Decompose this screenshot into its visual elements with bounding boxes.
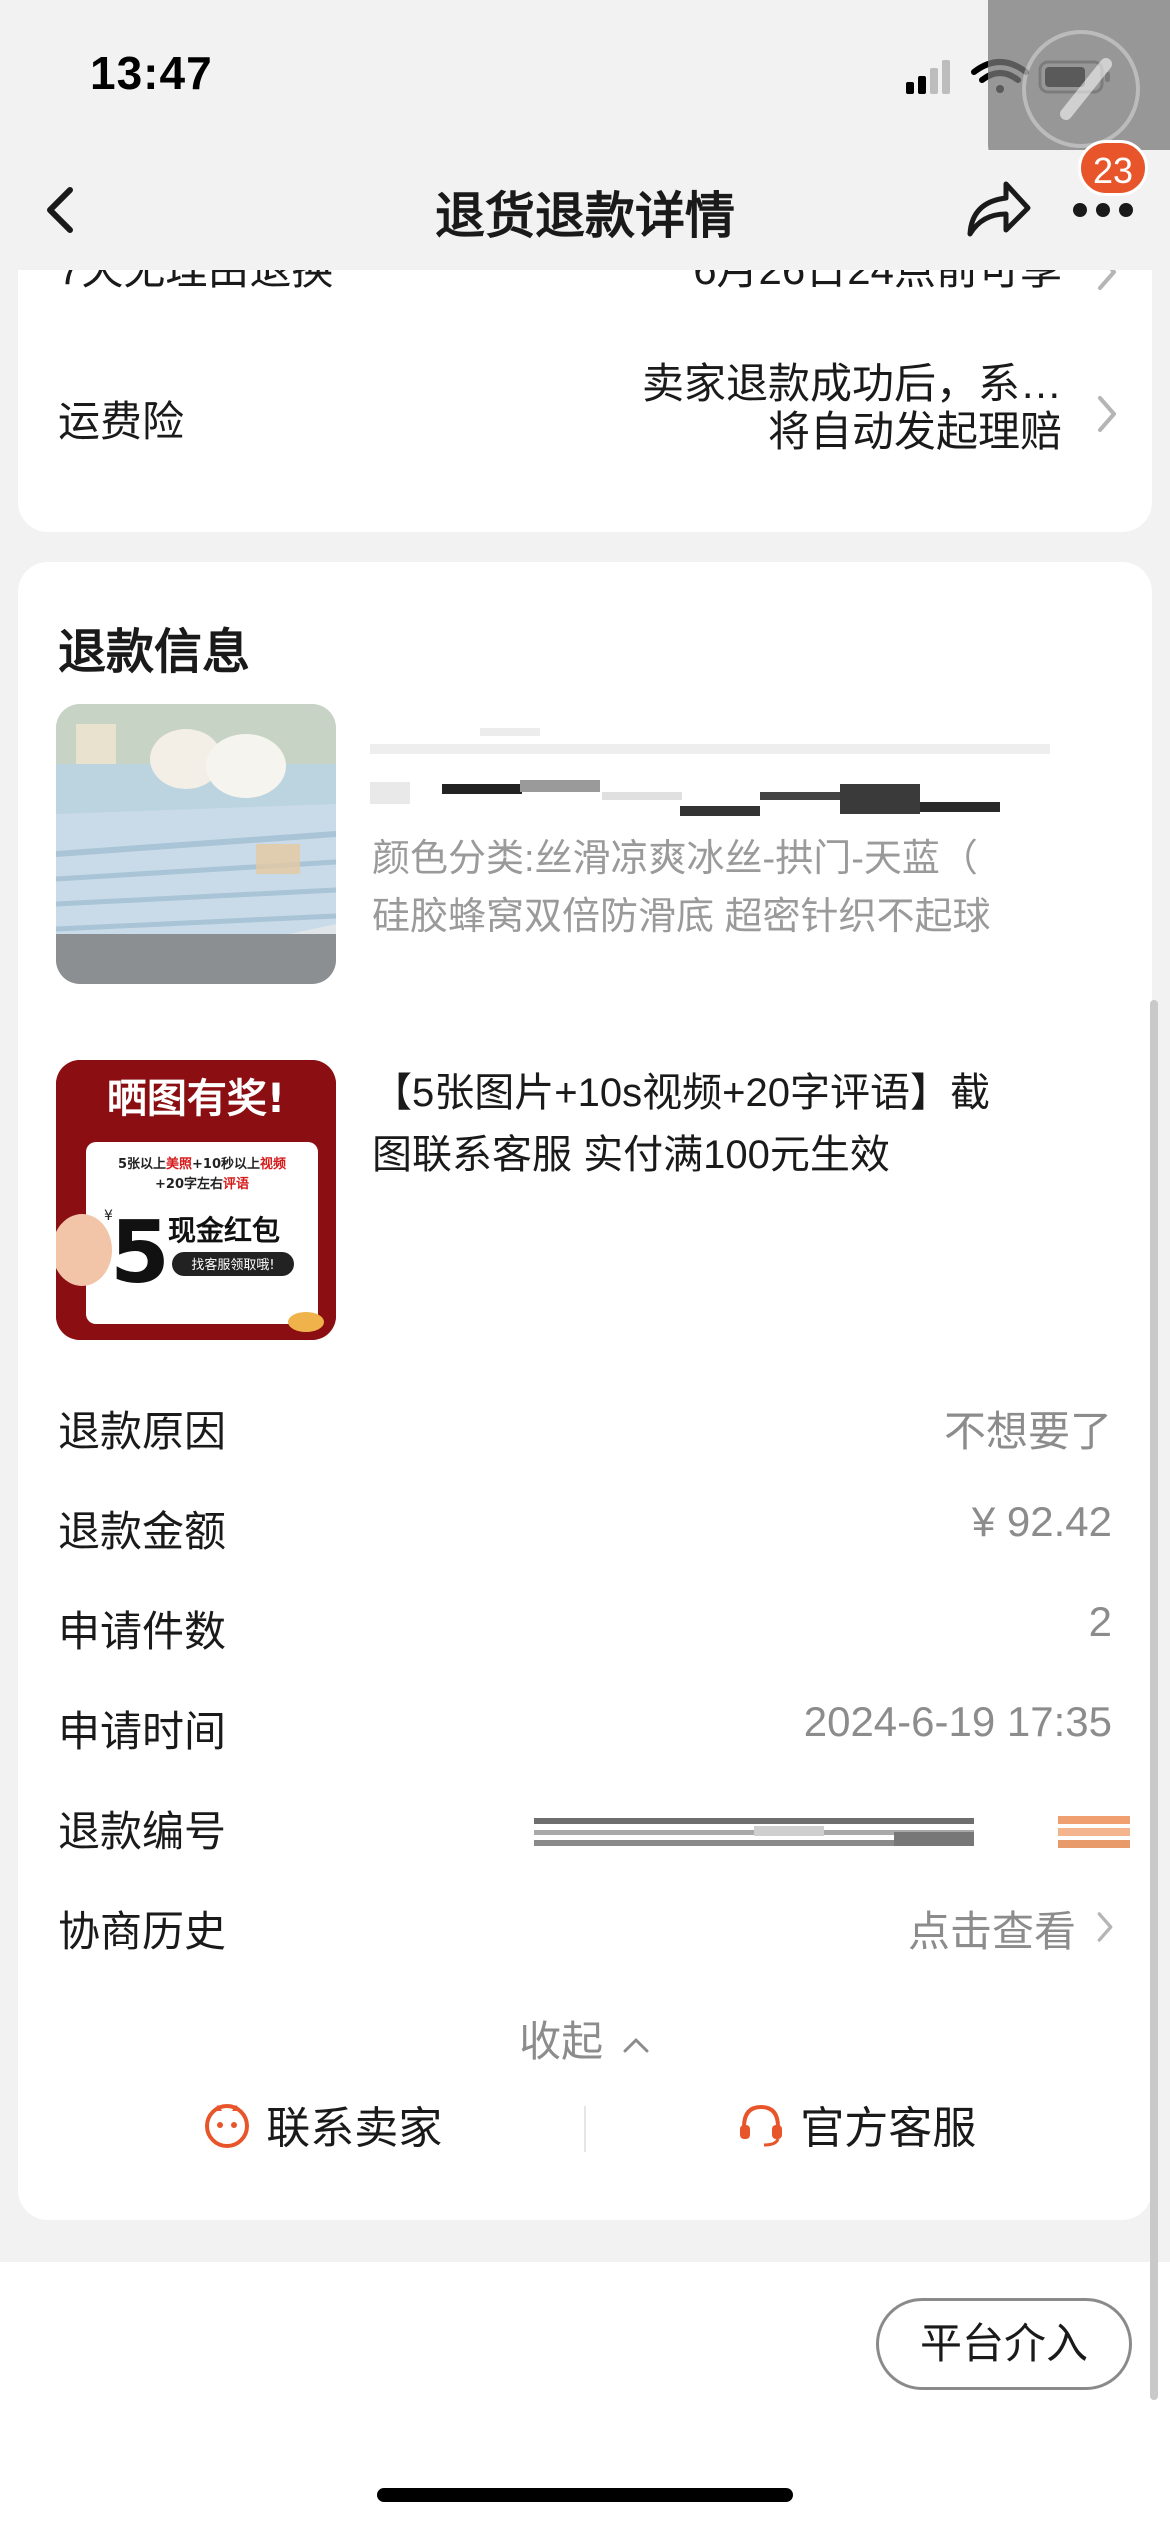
refund-amount-label: 退款金额 — [58, 1508, 227, 1555]
refund-reason-row: 退款原因 不想要了 — [18, 1398, 1152, 1468]
service-card: 7天无理由退换 6月26日24点前可享 运费险 卖家退款成功后，系… 将自动发起… — [18, 270, 1152, 532]
negotiation-history-link[interactable]: 点击查看 — [908, 1898, 1076, 1959]
promo-image[interactable]: 晒图有奖! 5张以上美照+10秒以上视频 +20字左右评语 ¥ 5 现金红包 找… — [56, 1060, 336, 1340]
freight-insurance-value: 卖家退款成功后，系… 将自动发起理赔 — [642, 360, 1062, 456]
refund-reason-value: 不想要了 — [943, 1408, 1112, 1455]
refund-number-row: 退款编号 — [18, 1798, 1152, 1868]
promo-amount: 5 — [110, 1203, 170, 1303]
refund-number-label: 退款编号 — [58, 1808, 227, 1855]
negotiation-history-label: 协商历史 — [58, 1908, 227, 1955]
no-reason-return-value: 6月26日24点前可享 — [693, 270, 1062, 297]
product-sku: 颜色分类:丝滑凉爽冰丝-拱门-天蓝（ 硅胶蜂窝双倍防滑底 超密针织不起球 — [372, 830, 1092, 946]
item-count-label: 申请件数 — [58, 1608, 227, 1655]
share-icon[interactable] — [962, 176, 1034, 242]
apply-time-value: 2024-6-19 17:35 — [803, 1698, 1112, 1745]
product-image[interactable] — [56, 704, 336, 984]
divider — [584, 2106, 586, 2152]
product-title-redacted[interactable] — [370, 722, 1070, 832]
assistive-touch-ring — [1022, 30, 1140, 148]
refund-reason-label: 退款原因 — [58, 1408, 227, 1455]
svg-text:5张以上美照+10秒以上视频: 5张以上美照+10秒以上视频 — [118, 1156, 286, 1172]
platform-intervention-button[interactable]: 平台介入 — [876, 2298, 1132, 2390]
section-title: 退款信息 — [58, 626, 251, 679]
home-indicator — [377, 2488, 793, 2502]
seller-chat-icon — [205, 2104, 249, 2148]
no-reason-return-row[interactable]: 7天无理由退换 6月26日24点前可享 — [18, 270, 1152, 314]
collapse-button[interactable]: 收起 — [18, 2008, 1152, 2069]
promo-description: 【5张图片+10s视频+20字评语】截 图联系客服 实付满100元生效 — [372, 1062, 1092, 1186]
message-count-badge: 23 — [1078, 140, 1148, 196]
svg-text:+20字左右评语: +20字左右评语 — [155, 1176, 249, 1192]
refund-amount-row: 退款金额 ¥ 92.42 — [18, 1498, 1152, 1568]
refund-number-redacted — [534, 1816, 1130, 1848]
status-time: 13:47 — [90, 47, 213, 99]
item-count-value: 2 — [1088, 1598, 1112, 1645]
pencil-icon — [1060, 58, 1112, 120]
chevron-right-icon — [1098, 270, 1116, 290]
apply-time-label: 申请时间 — [58, 1708, 227, 1755]
apply-time-row: 申请时间 2024-6-19 17:35 — [18, 1698, 1152, 1768]
chevron-right-icon — [1097, 1912, 1113, 1942]
collapse-label: 收起 — [519, 2018, 604, 2065]
product-sku-line1: 颜色分类:丝滑凉爽冰丝-拱门-天蓝（ — [372, 838, 978, 880]
contact-bar: 联系卖家 官方客服 — [18, 2092, 1152, 2172]
more-icon[interactable] — [1070, 200, 1136, 220]
item-count-row: 申请件数 2 — [18, 1598, 1152, 1668]
promo-headline: 晒图有奖! — [107, 1076, 285, 1122]
freight-insurance-value-line1: 卖家退款成功后，系… — [641, 360, 1062, 407]
refund-amount-value: ¥ 92.42 — [971, 1498, 1112, 1545]
svg-text:现金红包: 现金红包 — [168, 1214, 280, 1247]
scrollbar[interactable] — [1150, 1000, 1158, 2400]
promo-description-line1: 【5张图片+10s视频+20字评语】截 — [372, 1071, 990, 1115]
promo-description-line2: 图联系客服 实付满100元生效 — [372, 1133, 890, 1177]
chevron-up-icon — [623, 2038, 649, 2053]
svg-text:找客服领取哦!: 找客服领取哦! — [191, 1257, 274, 1273]
freight-insurance-label: 运费险 — [58, 398, 185, 445]
headset-icon — [740, 2104, 782, 2147]
contact-seller-button[interactable]: 联系卖家 — [200, 2092, 442, 2172]
refund-info-card: 退款信息 颜色分类:丝滑凉爽冰丝-拱门-天蓝（ 硅胶蜂窝双倍防滑底 超密针织不起… — [18, 562, 1152, 2220]
chevron-right-icon — [1098, 396, 1116, 432]
no-reason-return-label: 7天无理由退换 — [58, 270, 333, 297]
contact-seller-label: 联系卖家 — [266, 2104, 443, 2153]
official-service-button[interactable]: 官方客服 — [734, 2092, 976, 2172]
negotiation-history-row[interactable]: 协商历史 点击查看 — [18, 1898, 1152, 1968]
nav-bar: 退货退款详情 — [0, 150, 1170, 270]
freight-insurance-row[interactable]: 运费险 卖家退款成功后，系… 将自动发起理赔 — [18, 350, 1152, 480]
freight-insurance-value-line2: 将自动发起理赔 — [767, 408, 1062, 455]
product-sku-line2: 硅胶蜂窝双倍防滑底 超密针织不起球 — [372, 896, 991, 938]
official-service-label: 官方客服 — [800, 2104, 977, 2153]
signal-icon — [906, 60, 950, 94]
